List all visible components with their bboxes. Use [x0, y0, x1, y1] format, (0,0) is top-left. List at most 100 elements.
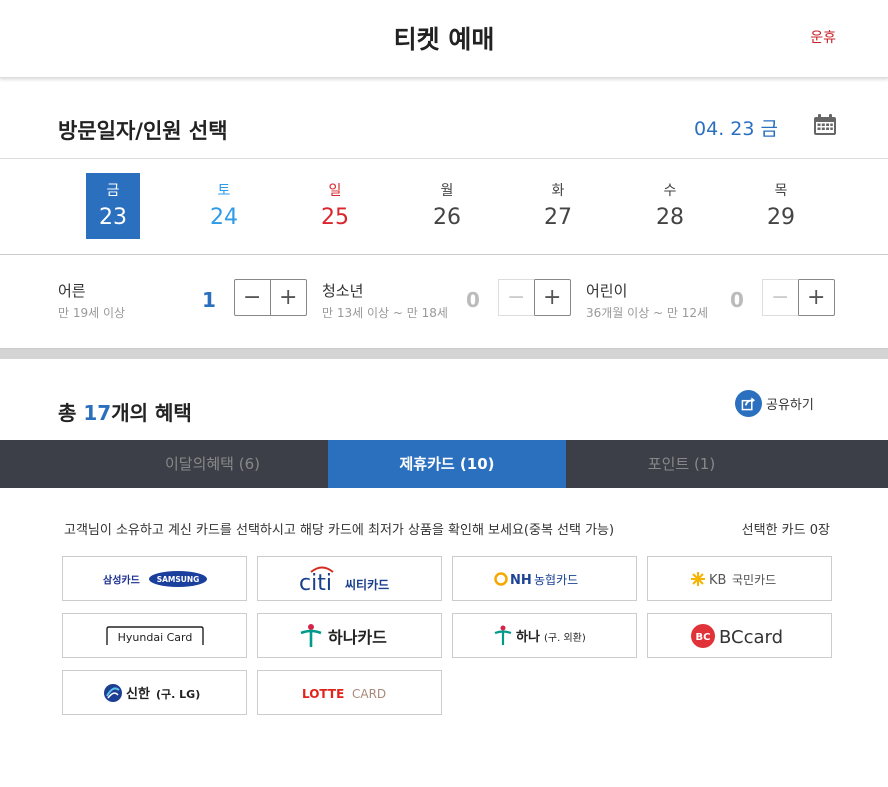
samsung-card-logo: 삼성카드 SAMSUNG [103, 570, 207, 587]
kb-card-logo: KB 국민카드 [690, 571, 776, 588]
closed-link[interactable]: 운휴 [810, 27, 836, 47]
child-desc: 36개월 이상 ~ 만 12세 [586, 306, 709, 320]
tab-monthly-benefits[interactable]: 이달의혜택 (6) [97, 440, 328, 488]
selected-date[interactable]: 04. 23 금 [694, 114, 778, 141]
day-of-week: 금 [106, 183, 120, 199]
child-stepper: − + [762, 279, 835, 316]
hana-old-card-logo: 하나 (구. 외환) [494, 625, 586, 645]
hana-card-kr: 하나카드 [328, 628, 387, 647]
nh-card-kr: 농협카드 [534, 573, 578, 587]
day-of-week: 일 [328, 183, 342, 199]
card-samsung[interactable]: 삼성카드 SAMSUNG [62, 556, 247, 601]
card-hana[interactable]: 하나카드 [257, 613, 442, 658]
selected-card-count: 선택한 카드 0장 [742, 519, 830, 538]
kb-card-kr: 국민카드 [732, 573, 776, 587]
section-divider [0, 349, 888, 359]
hana-old-card-kr: 하나 [516, 629, 540, 645]
child-label: 어린이 [586, 282, 628, 300]
nh-card-logo: NH 농협카드 [493, 571, 578, 588]
adult-plus-button[interactable]: + [271, 280, 307, 315]
calendar-icon[interactable] [813, 113, 837, 137]
lotte-card-a: LOTTE [302, 687, 344, 701]
benefits-title: 총 17개의 혜택 [58, 397, 192, 426]
day-number: 26 [433, 205, 461, 230]
youth-desc: 만 13세 이상 ~ 만 18세 [322, 306, 448, 320]
day-number: 29 [767, 205, 795, 230]
app-header: 티켓 예매 운휴 [0, 0, 888, 78]
card-citi[interactable]: citi 씨티카드 [257, 556, 442, 601]
date-section: 방문일자/인원 선택 04. 23 금 [0, 78, 888, 159]
selected-card-suffix: 장 [818, 523, 830, 538]
bc-card-logo: BC BCcard [690, 623, 783, 648]
page-title: 티켓 예매 [393, 25, 495, 54]
day-number: 28 [656, 205, 684, 230]
day-selector: 금 23 토 24 일 25 월 26 화 27 수 28 목 29 [0, 159, 888, 255]
day-item[interactable]: 화 27 [531, 173, 585, 239]
youth-group: 청소년 만 13세 이상 ~ 만 18세 0 − + [322, 278, 572, 328]
card-kb[interactable]: KB 국민카드 [647, 556, 832, 601]
card-hyundai[interactable]: Hyundai Card [62, 613, 247, 658]
date-section-label: 방문일자/인원 선택 [58, 119, 228, 143]
benefits-count: 17 [83, 401, 112, 425]
citi-card-kr: 씨티카드 [345, 577, 389, 592]
day-item[interactable]: 일 25 [308, 173, 362, 239]
card-shinhan[interactable]: 신한 (구. LG) [62, 670, 247, 715]
kb-card-en: KB [709, 573, 726, 588]
selected-card-prefix: 선택한 카드 [741, 523, 810, 538]
bc-card-mark: BC [695, 632, 710, 643]
child-count: 0 [730, 288, 744, 312]
youth-count: 0 [466, 288, 480, 312]
benefits-header: 총 17개의 혜택 공유하기 [0, 359, 888, 440]
child-group: 어린이 36개월 이상 ~ 만 12세 0 − + [586, 278, 836, 328]
day-of-week: 월 [440, 183, 454, 199]
cards-intro-text: 고객님이 소유하고 계신 카드를 선택하시고 해당 카드에 최저가 상품을 확인… [64, 523, 615, 538]
lotte-card-logo: LOTTE CARD [302, 687, 386, 701]
tab-points[interactable]: 포인트 (1) [566, 440, 797, 488]
benefits-title-prefix: 총 [58, 401, 84, 425]
hana-old-card-sub: (구. 외환) [544, 632, 586, 644]
citi-card-en: citi [299, 571, 332, 594]
benefits-title-suffix: 개의 혜택 [111, 401, 192, 425]
samsung-card-kr: 삼성카드 [103, 573, 140, 586]
day-of-week: 토 [217, 183, 231, 199]
day-item[interactable]: 금 23 [86, 173, 140, 239]
day-number: 24 [210, 205, 238, 230]
citi-card-logo: citi 씨티카드 [299, 566, 389, 594]
samsung-card-en: SAMSUNG [156, 575, 199, 584]
day-item[interactable]: 수 28 [643, 173, 697, 239]
youth-plus-button[interactable]: + [535, 280, 571, 315]
day-item[interactable]: 토 24 [197, 173, 251, 239]
tab-partner-cards[interactable]: 제휴카드 (10) [328, 440, 566, 488]
benefit-tabs: 이달의혜택 (6) 제휴카드 (10) 포인트 (1) [0, 440, 888, 488]
selected-card-number: 0 [809, 523, 819, 538]
card-lotte[interactable]: LOTTE CARD [257, 670, 442, 715]
bc-card-text: BCcard [719, 627, 783, 648]
adult-count: 1 [202, 288, 216, 312]
child-plus-button[interactable]: + [799, 280, 835, 315]
day-of-week: 목 [774, 183, 788, 199]
card-hana-old[interactable]: 하나 (구. 외환) [452, 613, 637, 658]
card-nh[interactable]: NH 농협카드 [452, 556, 637, 601]
shinhan-card-sub: (구. LG) [156, 688, 200, 701]
day-number: 23 [99, 205, 127, 230]
day-item[interactable]: 월 26 [420, 173, 474, 239]
adult-desc: 만 19세 이상 [58, 306, 126, 320]
card-bc[interactable]: BC BCcard [647, 613, 832, 658]
lotte-card-b: CARD [352, 687, 386, 701]
share-icon [735, 389, 762, 417]
youth-minus-button[interactable]: − [498, 279, 535, 316]
nh-card-en: NH [510, 573, 532, 588]
adult-group: 어른 만 19세 이상 1 − + [58, 278, 308, 328]
hyundai-card-en: Hyundai Card [117, 631, 192, 644]
adult-label: 어른 [58, 282, 86, 300]
child-minus-button[interactable]: − [762, 279, 799, 316]
day-number: 25 [321, 205, 349, 230]
day-item[interactable]: 목 29 [754, 173, 808, 239]
share-label: 공유하기 [766, 397, 814, 413]
adult-minus-button[interactable]: − [235, 280, 271, 315]
hana-card-logo: 하나카드 [300, 623, 387, 647]
youth-stepper: − + [498, 279, 571, 316]
youth-label: 청소년 [322, 282, 364, 300]
share-button[interactable]: 공유하기 [735, 389, 814, 417]
shinhan-card-logo: 신한 (구. LG) [103, 683, 200, 702]
